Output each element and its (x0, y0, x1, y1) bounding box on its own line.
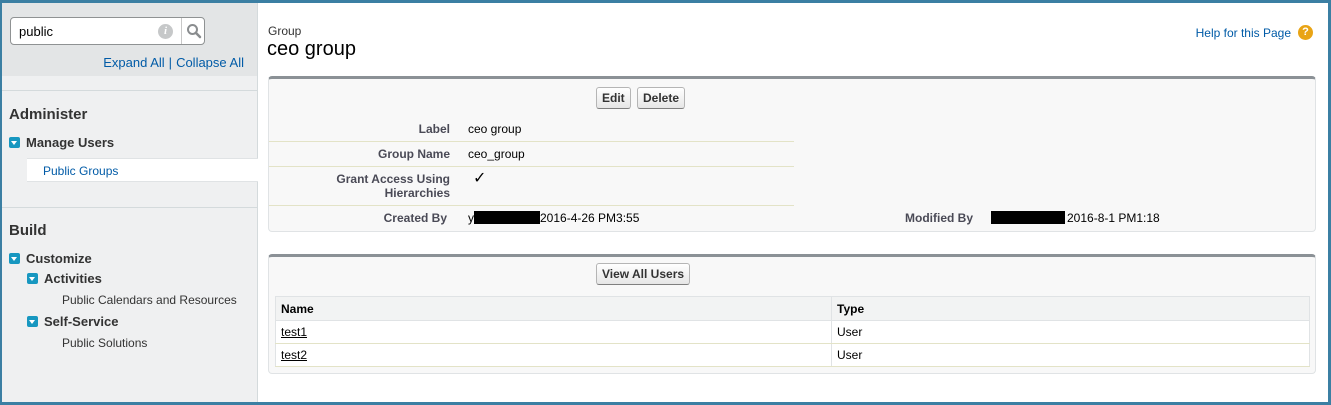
section-title-administer: Administer (9, 106, 88, 123)
detail-row-label: Label ceo group (269, 116, 794, 142)
tree-item-self-service[interactable]: Self-Service (27, 314, 118, 329)
tree-item-customize[interactable]: Customize (9, 251, 92, 266)
link-separator: | (168, 55, 173, 70)
field-label-line1: Grant Access Using (336, 172, 450, 186)
quick-find-input[interactable] (19, 22, 159, 40)
field-label: Grant Access Using Hierarchies (336, 172, 450, 200)
table-row: test2 User (275, 343, 1310, 367)
tree-item-label: Activities (44, 271, 102, 286)
tree-item-activities[interactable]: Activities (27, 271, 102, 286)
member-link[interactable]: test1 (281, 325, 307, 339)
table-row: test1 User (275, 320, 1310, 344)
expanded-triangle-icon[interactable] (27, 316, 38, 327)
modified-date: 2016-8-1 PM1:18 (1067, 211, 1160, 225)
page-object-type: Group (268, 24, 302, 38)
group-detail-panel: Edit Delete Label ceo group Group Name c… (268, 76, 1316, 232)
quick-find-area: i Expand All |Collapse All (2, 3, 257, 76)
column-header-name[interactable]: Name (275, 296, 832, 321)
table-cell-name: test1 (275, 320, 832, 344)
expanded-triangle-icon[interactable] (9, 253, 20, 264)
sidebar-item-public-groups[interactable]: Public Groups (27, 158, 258, 182)
page-title: ceo group (267, 38, 356, 60)
field-label: Label (418, 122, 450, 136)
table-header-row: Name Type (275, 296, 1310, 321)
sidebar-item-public-calendars[interactable]: Public Calendars and Resources (62, 293, 237, 307)
section-title-build: Build (9, 222, 47, 239)
search-icon[interactable] (184, 20, 204, 42)
help-link[interactable]: Help for this Page (1196, 26, 1291, 40)
setup-sidebar: i Expand All |Collapse All Administer Man… (2, 3, 258, 402)
detail-row-grant-access: Grant Access Using Hierarchies ✓ (269, 166, 794, 206)
member-link[interactable]: test2 (281, 348, 307, 362)
expand-all-link[interactable]: Expand All (103, 55, 164, 70)
column-header-type[interactable]: Type (831, 296, 1310, 321)
sidebar-divider (2, 90, 257, 91)
group-members-panel: View All Users Name Type test1 User test… (268, 254, 1316, 374)
tree-item-label: Customize (26, 251, 92, 266)
expanded-triangle-icon[interactable] (27, 273, 38, 284)
detail-row-group-name: Group Name ceo_group (269, 141, 794, 167)
edit-button[interactable]: Edit (596, 87, 631, 109)
created-by-value: y 2016-4-26 PM3:55 (468, 211, 639, 225)
field-label: Created By (383, 211, 447, 225)
table-cell-type: User (831, 320, 1310, 344)
field-value: ceo_group (468, 147, 525, 161)
modified-by-value: 2016-8-1 PM1:18 (991, 211, 1160, 225)
field-label: Modified By (905, 211, 973, 225)
expand-collapse-links: Expand All | Collapse All (103, 55, 244, 70)
redacted-user (474, 211, 540, 224)
detail-row-audit: Created By y 2016-4-26 PM3:55 Modified By… (269, 205, 1315, 230)
members-table: Name Type test1 User test2 User (275, 296, 1310, 367)
table-cell-name: test2 (275, 343, 832, 367)
tree-item-label: Manage Users (26, 135, 115, 150)
sidebar-item-public-solutions[interactable]: Public Solutions (62, 336, 147, 350)
field-value: ceo group (468, 122, 522, 136)
search-divider (181, 18, 182, 44)
table-cell-type: User (831, 343, 1310, 367)
field-label: Group Name (377, 147, 450, 161)
checkbox-checked-icon: ✓ (473, 170, 487, 187)
sidebar-item-label: Public Groups (43, 164, 119, 178)
collapse-all-link[interactable]: Collapse All (176, 55, 244, 70)
quick-find-box: i (10, 17, 205, 45)
created-date: 2016-4-26 PM3:55 (540, 211, 640, 225)
tree-item-manage-users[interactable]: Manage Users (9, 135, 114, 150)
tree-item-label: Self-Service (44, 314, 119, 329)
view-all-users-button[interactable]: View All Users (596, 263, 691, 285)
main-content: Group ceo group Help for this Page ? Edi… (258, 3, 1328, 402)
delete-button[interactable]: Delete (637, 87, 686, 109)
info-icon[interactable]: i (158, 24, 173, 39)
field-label-line2: Hierarchies (384, 186, 450, 200)
sidebar-divider (2, 207, 257, 208)
expanded-triangle-icon[interactable] (9, 137, 20, 148)
redacted-user (991, 211, 1065, 224)
help-icon[interactable]: ? (1298, 25, 1313, 40)
